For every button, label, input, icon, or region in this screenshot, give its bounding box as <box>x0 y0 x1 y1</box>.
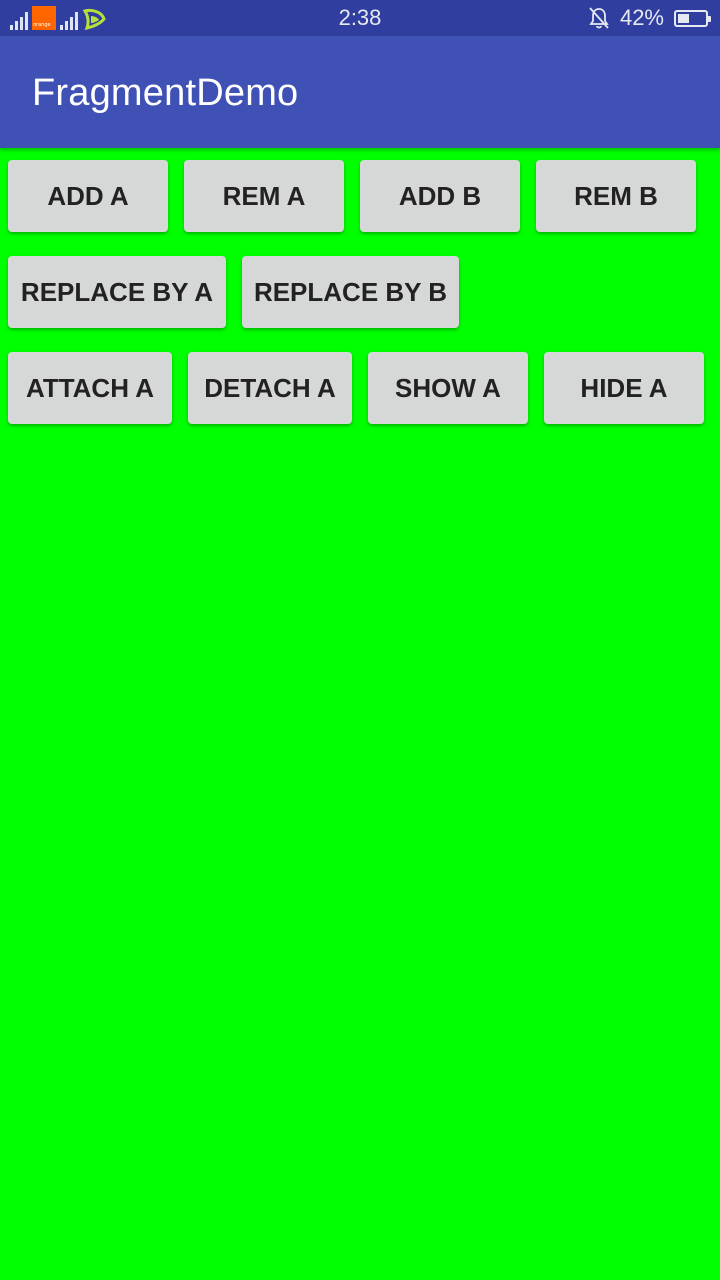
add-a-button[interactable]: ADD A <box>8 160 168 232</box>
rem-b-button[interactable]: REM B <box>536 160 696 232</box>
status-bar: orange 2:38 42% <box>0 0 720 36</box>
app-title: FragmentDemo <box>32 72 299 114</box>
rem-a-button[interactable]: REM A <box>184 160 344 232</box>
add-b-button[interactable]: ADD B <box>360 160 520 232</box>
bell-off-icon <box>589 7 609 29</box>
app-bar: FragmentDemo <box>0 36 720 148</box>
content-area: ADD A REM A ADD B REM B REPLACE BY A REP… <box>0 148 720 1280</box>
hide-a-button[interactable]: HIDE A <box>544 352 704 424</box>
status-right-icons: 42% <box>588 5 711 31</box>
button-row-2: REPLACE BY A REPLACE BY B <box>8 256 459 328</box>
button-row-3: ATTACH A DETACH A SHOW A HIDE A <box>8 352 704 424</box>
battery-fill <box>678 13 689 23</box>
battery-percent: 42% <box>619 5 664 30</box>
button-row-1: ADD A REM A ADD B REM B <box>8 160 696 232</box>
attach-a-button[interactable]: ATTACH A <box>8 352 172 424</box>
detach-a-button[interactable]: DETACH A <box>188 352 352 424</box>
replace-by-a-button[interactable]: REPLACE BY A <box>8 256 226 328</box>
battery-icon <box>674 9 711 27</box>
show-a-button[interactable]: SHOW A <box>368 352 528 424</box>
replace-by-b-button[interactable]: REPLACE BY B <box>242 256 459 328</box>
